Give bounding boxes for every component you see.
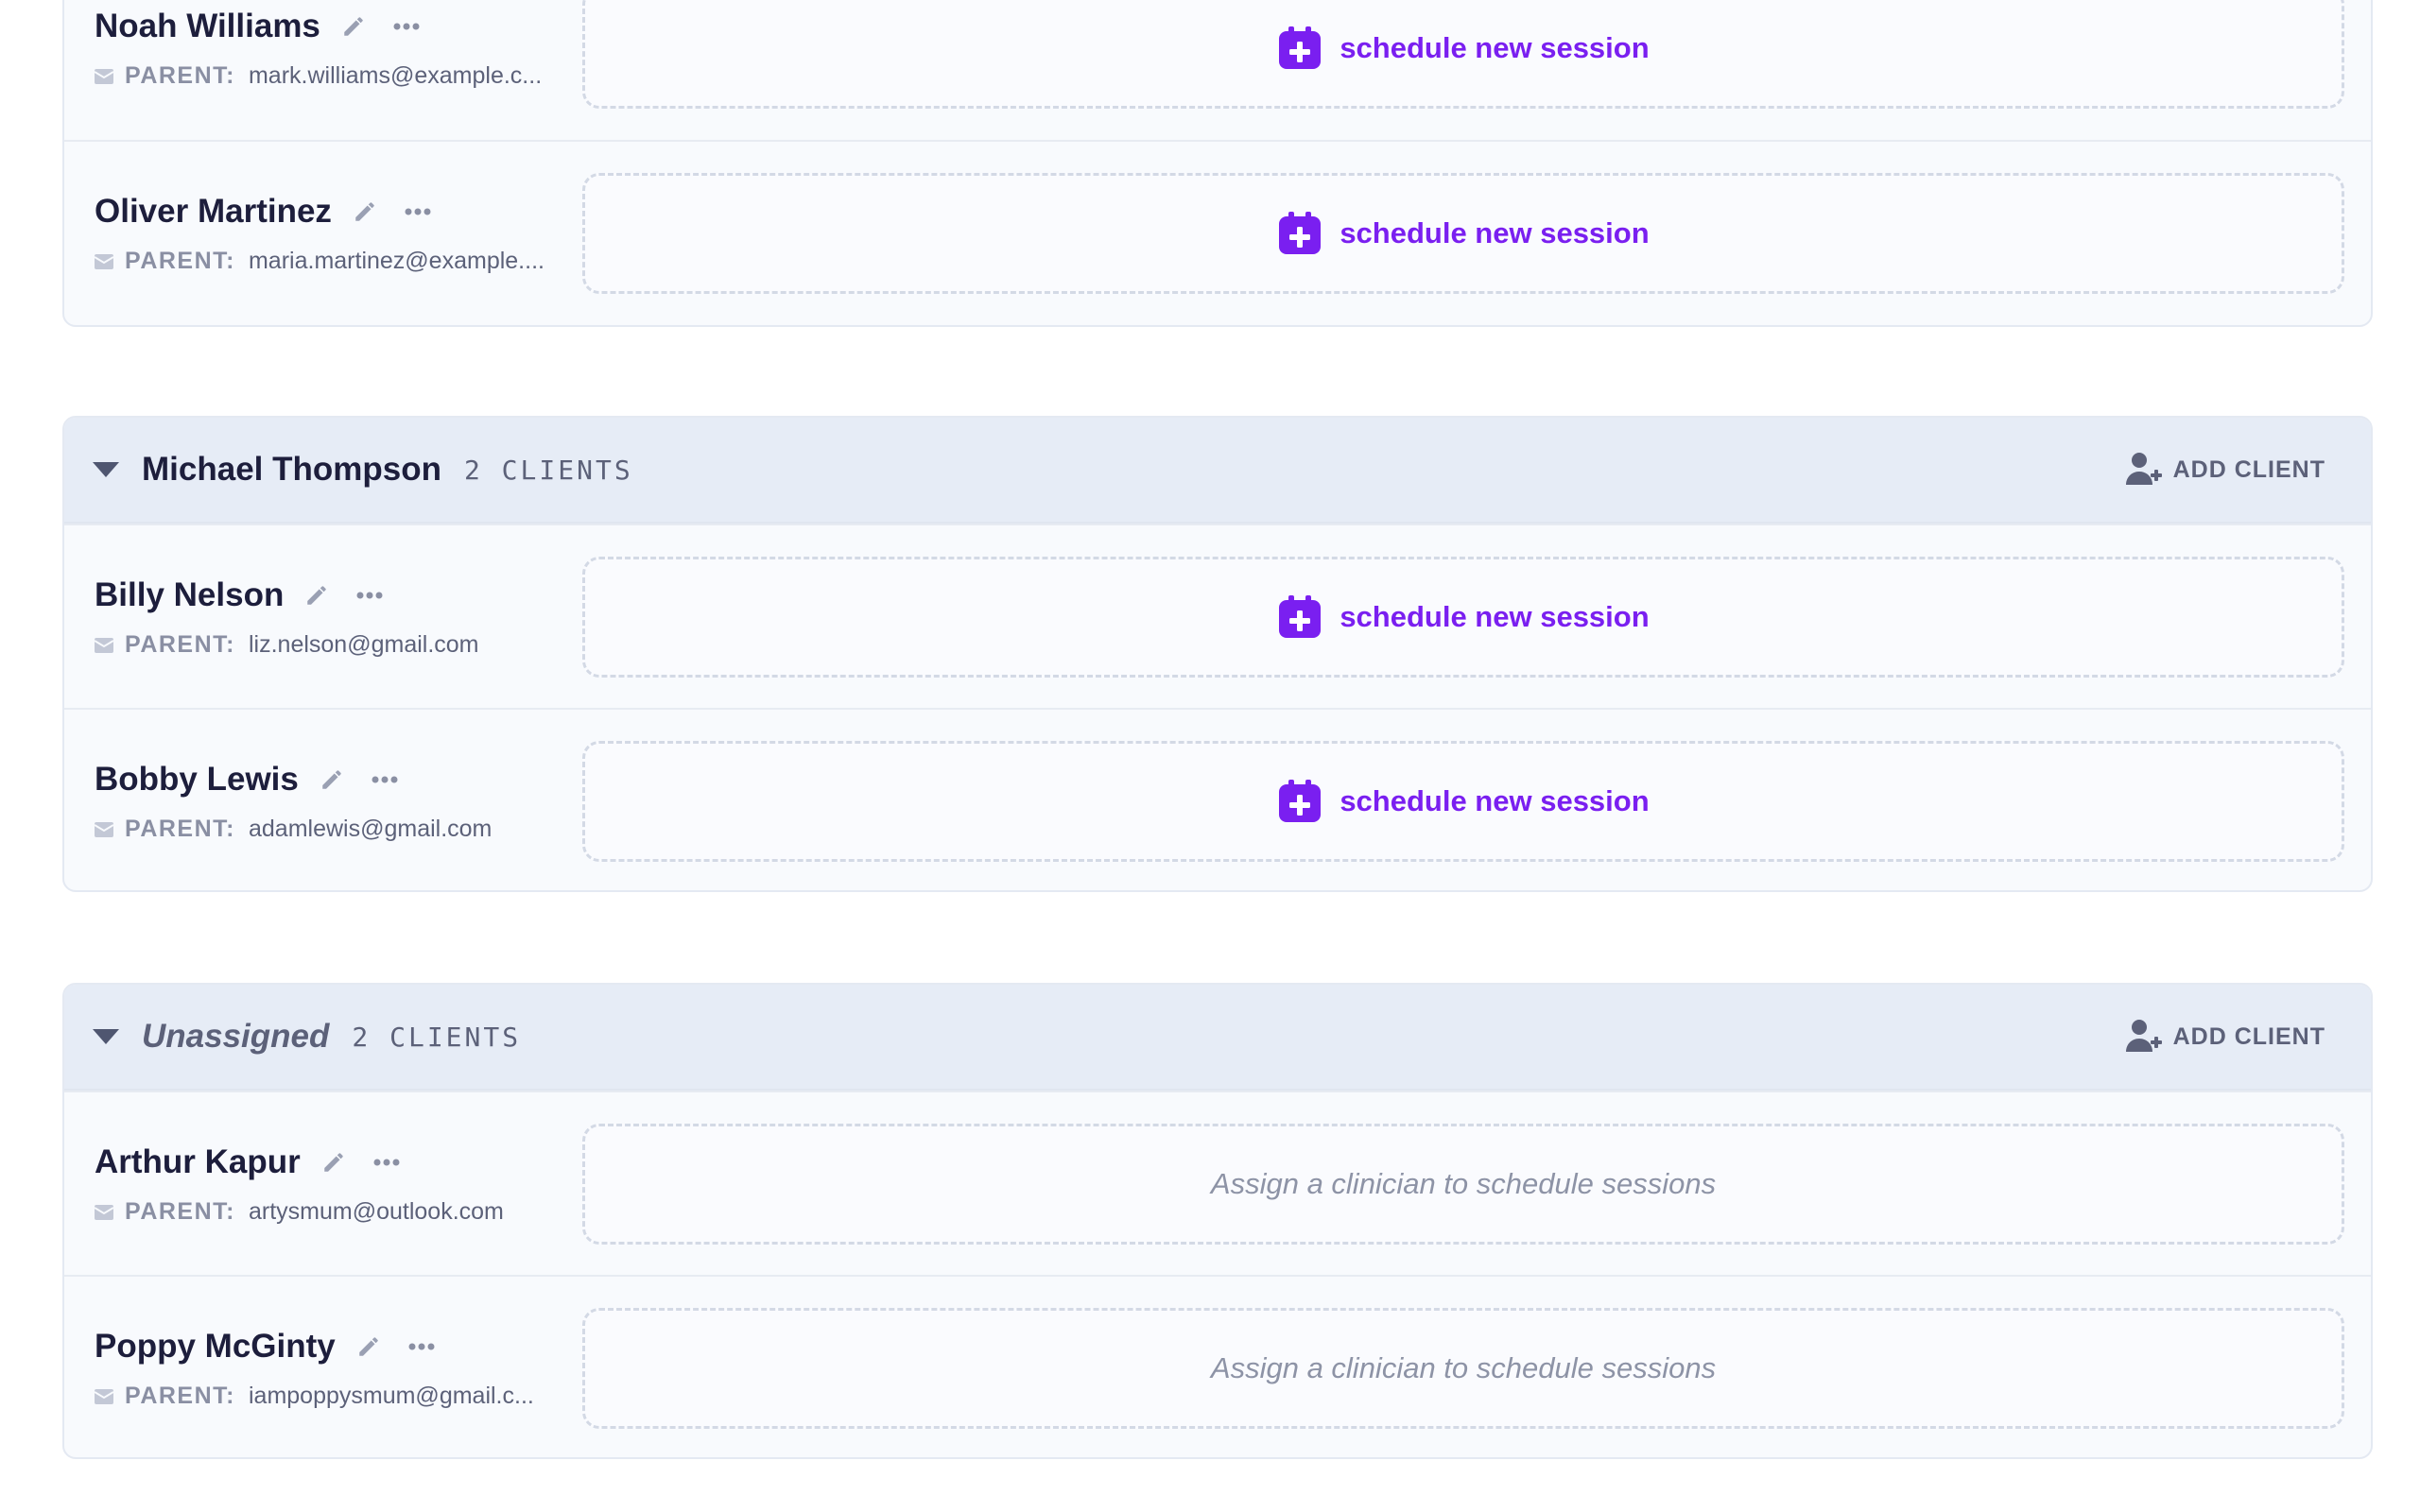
more-dots-icon[interactable] (355, 591, 384, 600)
parent-label: PARENT: (125, 816, 235, 842)
caret-down-icon[interactable] (93, 1029, 119, 1044)
client-name[interactable]: Billy Nelson (95, 576, 284, 614)
clinician-name: Unassigned (142, 1018, 330, 1055)
clinician-group: Unassigned 2 CLIENTS ADD CLIENT Arthur K… (62, 983, 2373, 1459)
session-slot: Assign a clinician to schedule sessions (582, 1307, 2344, 1429)
more-dots-icon[interactable] (372, 1158, 401, 1167)
add-client-label: ADD CLIENT (2172, 1022, 2325, 1050)
parent-email: artysmum@outlook.com (248, 1198, 504, 1225)
session-slot: Assign a clinician to schedule sessions (582, 1123, 2344, 1245)
add-user-icon (2125, 453, 2162, 485)
clinician-name: Michael Thompson (142, 451, 441, 488)
schedule-session-button[interactable]: schedule new session (1277, 211, 1650, 256)
client-info: Poppy McGinty PARENT: iampoppysmum@gmail… (64, 1326, 582, 1410)
client-info: Billy Nelson PARENT: liz.nelson@gmail.co… (64, 575, 582, 659)
schedule-session-label: schedule new session (1340, 599, 1650, 633)
table-row: Bobby Lewis PARENT: adamlewis@gmail.com (64, 708, 2371, 890)
table-row: Arthur Kapur PARENT: artysmum@outlook.co… (64, 1091, 2371, 1275)
client-list-page: Noah Williams PARENT: mark.williams@exam… (0, 0, 2420, 1512)
client-name[interactable]: Bobby Lewis (95, 761, 299, 799)
calendar-plus-icon (1279, 779, 1322, 822)
pencil-icon[interactable] (356, 1334, 381, 1359)
assign-clinician-message: Assign a clinician to schedule sessions (1210, 1166, 1717, 1200)
mail-icon (95, 1204, 113, 1220)
client-count: 2 CLIENTS (352, 1021, 522, 1053)
pencil-icon[interactable] (304, 583, 329, 608)
client-info: Noah Williams PARENT: mark.williams@exam… (64, 6, 582, 90)
mail-icon (95, 68, 113, 84)
client-count: 2 CLIENTS (463, 454, 633, 486)
mail-icon (95, 637, 113, 653)
pencil-icon[interactable] (320, 767, 344, 792)
group-header[interactable]: Unassigned 2 CLIENTS ADD CLIENT (64, 985, 2371, 1091)
group-header[interactable]: Michael Thompson 2 CLIENTS ADD CLIENT (64, 418, 2371, 524)
parent-email: maria.martinez@example.... (248, 248, 544, 274)
more-dots-icon[interactable] (407, 1342, 436, 1351)
mail-icon (95, 253, 113, 269)
calendar-plus-icon (1279, 26, 1322, 69)
pencil-icon[interactable] (341, 14, 366, 39)
pencil-icon[interactable] (353, 199, 377, 224)
calendar-plus-icon (1279, 211, 1322, 254)
more-dots-icon[interactable] (392, 22, 421, 31)
table-row: Noah Williams PARENT: mark.williams@exam… (64, 0, 2371, 140)
session-slot: schedule new session (582, 740, 2344, 862)
add-client-label: ADD CLIENT (2172, 455, 2325, 483)
client-name[interactable]: Oliver Martinez (95, 193, 332, 231)
parent-label: PARENT: (125, 248, 235, 274)
parent-email: adamlewis@gmail.com (248, 816, 493, 842)
mail-icon (95, 821, 113, 837)
clinician-group: Noah Williams PARENT: mark.williams@exam… (62, 0, 2373, 327)
more-dots-icon[interactable] (371, 775, 399, 784)
session-slot: schedule new session (582, 556, 2344, 678)
session-slot: schedule new session (582, 0, 2344, 109)
add-client-button[interactable]: ADD CLIENT (2124, 1018, 2325, 1056)
parent-label: PARENT: (125, 1383, 235, 1409)
add-client-button[interactable]: ADD CLIENT (2124, 451, 2325, 489)
more-dots-icon[interactable] (404, 207, 432, 216)
client-name[interactable]: Noah Williams (95, 8, 320, 45)
parent-email: liz.nelson@gmail.com (248, 631, 479, 658)
schedule-session-button[interactable]: schedule new session (1277, 779, 1650, 824)
clinician-group: Michael Thompson 2 CLIENTS ADD CLIENT Bi… (62, 416, 2373, 892)
add-user-icon (2125, 1020, 2162, 1052)
schedule-session-label: schedule new session (1340, 783, 1650, 817)
mail-icon (95, 1388, 113, 1404)
table-row: Billy Nelson PARENT: liz.nelson@gmail.co… (64, 524, 2371, 708)
client-info: Arthur Kapur PARENT: artysmum@outlook.co… (64, 1142, 582, 1226)
schedule-session-label: schedule new session (1340, 215, 1650, 249)
parent-email: mark.williams@example.c... (248, 62, 543, 89)
session-slot: schedule new session (582, 172, 2344, 294)
schedule-session-label: schedule new session (1340, 30, 1650, 64)
parent-label: PARENT: (125, 1198, 235, 1225)
table-row: Oliver Martinez PARENT: maria.martinez@e… (64, 140, 2371, 324)
pencil-icon[interactable] (321, 1150, 346, 1175)
client-info: Oliver Martinez PARENT: maria.martinez@e… (64, 191, 582, 275)
table-row: Poppy McGinty PARENT: iampoppysmum@gmail… (64, 1275, 2371, 1457)
client-name[interactable]: Arthur Kapur (95, 1143, 301, 1181)
parent-label: PARENT: (125, 631, 235, 658)
assign-clinician-message: Assign a clinician to schedule sessions (1210, 1350, 1717, 1384)
calendar-plus-icon (1279, 594, 1322, 638)
schedule-session-button[interactable]: schedule new session (1277, 594, 1650, 640)
caret-down-icon[interactable] (93, 462, 119, 477)
client-info: Bobby Lewis PARENT: adamlewis@gmail.com (64, 759, 582, 843)
parent-email: iampoppysmum@gmail.c... (248, 1383, 534, 1409)
parent-label: PARENT: (125, 62, 235, 89)
schedule-session-button[interactable]: schedule new session (1277, 26, 1650, 71)
client-name[interactable]: Poppy McGinty (95, 1328, 336, 1366)
